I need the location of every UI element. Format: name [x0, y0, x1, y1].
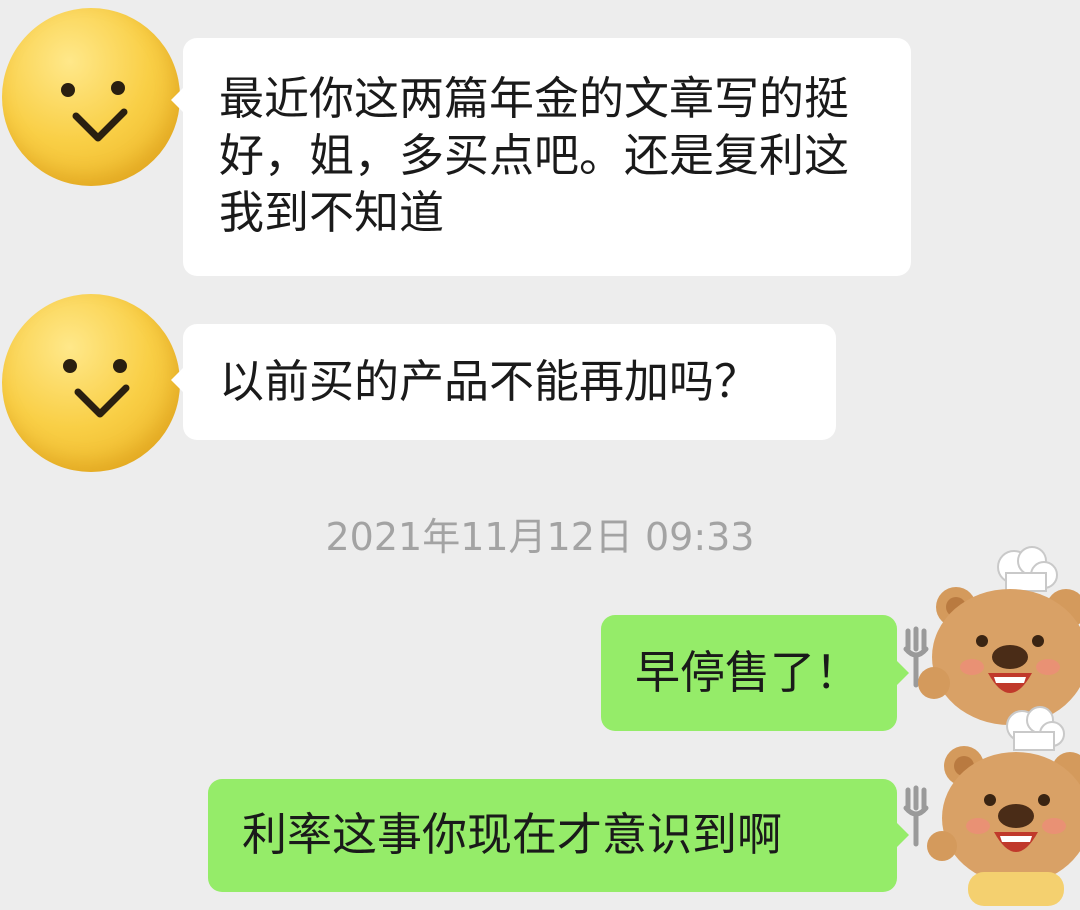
message-bubble-incoming[interactable]: 最近你这两篇年金的文章写的挺好，姐，多买点吧。还是复利这我到不知道 [171, 38, 911, 276]
message-text: 最近你这两篇年金的文章写的挺好，姐，多买点吧。还是复利这我到不知道 [219, 72, 850, 239]
message-text: 以前买的产品不能再加吗？ [219, 355, 760, 408]
message-bubble-outgoing[interactable]: 早停售了！ [601, 615, 909, 731]
message-bubble-outgoing[interactable]: 利率这事你现在才意识到啊 [208, 779, 909, 892]
message-bubble-incoming[interactable]: 以前买的产品不能再加吗？ [171, 324, 836, 440]
chat-area: 最近你这两篇年金的文章写的挺好，姐，多买点吧。还是复利这我到不知道 以前买的产品… [0, 0, 1080, 906]
smiley-face-icon [61, 81, 128, 142]
smiley-face-icon [63, 359, 130, 418]
contact-avatar[interactable] [2, 294, 180, 472]
message-text: 早停售了！ [635, 646, 861, 699]
contact-avatar[interactable] [2, 8, 180, 186]
message-text: 利率这事你现在才意识到啊 [242, 808, 783, 861]
user-avatar[interactable] [898, 704, 1080, 906]
chef-bear-icon [903, 706, 1080, 906]
